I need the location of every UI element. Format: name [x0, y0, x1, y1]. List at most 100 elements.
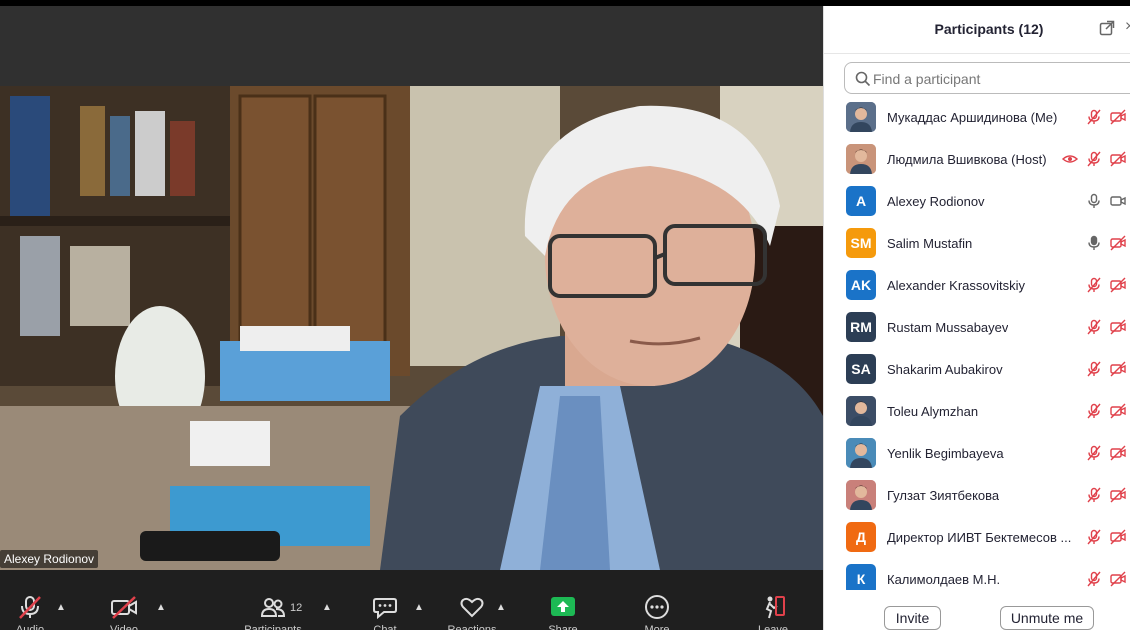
participant-name: Гулзат Зиятбекова [887, 488, 1000, 503]
participants-panel: Participants (12) × Мукаддас Аршидинова … [823, 6, 1130, 630]
participant-row[interactable]: Toleu Alymzhan [824, 392, 1130, 434]
mic-muted-icon[interactable] [1086, 151, 1102, 167]
participants-icon [260, 598, 286, 617]
audio-label: Audio [15, 624, 45, 630]
video-off-icon[interactable] [1110, 445, 1126, 461]
share-button[interactable]: Share [548, 570, 578, 630]
meeting-toolbar: Audio ▲ Video ▲ Participants 12 ▲ Chat ▲… [0, 570, 823, 630]
more-label: More [644, 624, 670, 630]
video-icon[interactable] [1110, 193, 1126, 209]
reactions-button[interactable]: Reactions [448, 570, 496, 630]
participants-list: Мукаддас Аршидинова (Me) Людмила Вшивкова… [824, 98, 1130, 590]
audio-options-chevron-icon[interactable]: ▲ [56, 602, 68, 613]
participant-row[interactable]: AK Alexander Krassovitskiy [824, 266, 1130, 308]
video-off-icon[interactable] [1110, 529, 1126, 545]
participants-panel-title: Participants (12) [934, 21, 1044, 37]
participants-panel-footer: Invite Unmute me [824, 602, 1130, 630]
mic-muted-icon[interactable] [1086, 403, 1102, 419]
participant-row[interactable]: RM Rustam Mussabayev [824, 308, 1130, 350]
leave-button[interactable]: Leave [758, 570, 788, 630]
participant-name: Alexander Krassovitskiy [887, 278, 1025, 293]
participant-row[interactable]: SA Shakarim Aubakirov [824, 350, 1130, 392]
video-options-chevron-icon[interactable]: ▲ [156, 602, 168, 613]
leave-label: Leave [758, 624, 788, 630]
chat-icon [373, 598, 397, 620]
participant-row[interactable]: Yenlik Begimbayeva [824, 434, 1130, 476]
participant-row[interactable]: Людмила Вшивкова (Host) [824, 140, 1130, 182]
avatar: SA [846, 354, 876, 384]
participant-name: Toleu Alymzhan [887, 404, 979, 419]
participant-row[interactable]: К Калимолдаев М.Н. [824, 560, 1130, 590]
participant-row[interactable]: Гулзат Зиятбекова [824, 476, 1130, 518]
participant-row[interactable]: Мукаддас Аршидинова (Me) [824, 98, 1130, 140]
avatar: SM [846, 228, 876, 258]
participants-options-chevron-icon[interactable]: ▲ [322, 602, 334, 613]
participant-name: Мукаддас Аршидинова (Me) [887, 110, 1058, 125]
invite-button[interactable]: Invite [884, 606, 941, 630]
video-off-icon[interactable] [1110, 319, 1126, 335]
chat-options-chevron-icon[interactable]: ▲ [414, 602, 426, 613]
avatar: AK [846, 270, 876, 300]
video-off-icon[interactable] [1110, 151, 1126, 167]
participant-row[interactable]: A Alexey Rodionov [824, 182, 1130, 224]
video-off-icon[interactable] [1110, 277, 1126, 293]
avatar [846, 144, 876, 174]
video-off-icon[interactable] [1110, 361, 1126, 377]
participant-name: Rustam Mussabayev [887, 320, 1009, 335]
eye-icon [1061, 151, 1079, 167]
video-off-icon [111, 596, 137, 619]
close-icon[interactable]: × [1125, 18, 1130, 36]
video-button[interactable]: Video [108, 570, 140, 630]
avatar [846, 480, 876, 510]
zoom-meeting-window: Alexey Rodionov Audio ▲ Video ▲ Particip… [0, 0, 1130, 630]
mic-muted-icon[interactable] [1086, 277, 1102, 293]
popout-icon[interactable] [1099, 20, 1115, 36]
avatar [846, 396, 876, 426]
video-off-icon[interactable] [1110, 487, 1126, 503]
more-button[interactable]: More [642, 570, 672, 630]
participant-search[interactable] [844, 62, 1130, 94]
mic-muted-icon[interactable] [1086, 319, 1102, 335]
participant-row[interactable]: Д Директор ИИВТ Бектемесов ... [824, 518, 1130, 560]
leave-icon [765, 596, 785, 619]
avatar: Д [846, 522, 876, 552]
mic-icon[interactable] [1086, 193, 1102, 209]
participant-name: Salim Mustafin [887, 236, 973, 251]
participant-name: Shakarim Aubakirov [887, 362, 1003, 377]
speaker-video-frame [0, 86, 823, 570]
video-off-icon[interactable] [1110, 235, 1126, 251]
avatar [846, 438, 876, 468]
participant-row[interactable]: SM Salim Mustafin [824, 224, 1130, 266]
mic-muted-icon[interactable] [1086, 361, 1102, 377]
mic-muted-icon[interactable] [1086, 487, 1102, 503]
participant-name: Калимолдаев М.Н. [887, 572, 1001, 587]
mic-muted-icon [19, 596, 41, 619]
reactions-label: Reactions [447, 624, 497, 630]
unmute-me-button[interactable]: Unmute me [1000, 606, 1094, 630]
mic-muted-icon[interactable] [1086, 445, 1102, 461]
participant-search-input[interactable] [873, 68, 1123, 90]
video-off-icon[interactable] [1110, 403, 1126, 419]
participants-button[interactable]: Participants [244, 570, 302, 630]
participant-name: Людмила Вшивкова (Host) [887, 152, 1047, 167]
mic-muted-icon[interactable] [1086, 529, 1102, 545]
search-icon [855, 71, 871, 87]
chat-label: Chat [373, 624, 397, 630]
reactions-options-chevron-icon[interactable]: ▲ [496, 602, 508, 613]
mic-muted-icon[interactable] [1086, 571, 1102, 587]
mic-icon[interactable] [1086, 235, 1102, 251]
mic-muted-icon[interactable] [1086, 109, 1102, 125]
avatar: A [846, 186, 876, 216]
audio-button[interactable]: Audio [14, 570, 46, 630]
participant-name: Yenlik Begimbayeva [887, 446, 1004, 461]
avatar: К [846, 564, 876, 590]
chat-button[interactable]: Chat [370, 570, 400, 630]
heart-icon [460, 597, 484, 618]
video-label: Video [110, 624, 138, 630]
active-speaker-video[interactable]: Alexey Rodionov [0, 86, 823, 570]
participant-name: Alexey Rodionov [887, 194, 985, 209]
video-off-icon[interactable] [1110, 571, 1126, 587]
more-icon [645, 595, 669, 619]
speaker-name-tag: Alexey Rodionov [0, 550, 99, 568]
video-off-icon[interactable] [1110, 109, 1126, 125]
